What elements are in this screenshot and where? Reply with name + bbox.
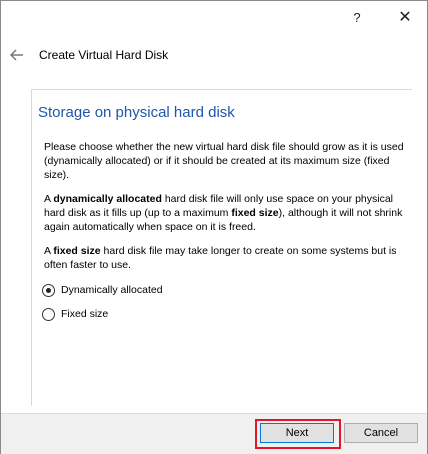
bold-text-fixed-size: fixed size [53,245,101,257]
intro-paragraph: Please choose whether the new virtual ha… [44,141,404,181]
close-button[interactable]: ✕ [383,1,427,33]
help-button[interactable]: ? [335,1,379,33]
radio-dynamically-allocated[interactable]: Dynamically allocated [42,282,163,298]
button-bar: Next Cancel [1,413,427,454]
radio-button-unchecked[interactable] [42,307,55,321]
back-arrow-icon[interactable] [7,45,27,65]
radio-button-checked[interactable] [42,283,55,297]
bold-text-fixed-size: fixed size [231,207,279,219]
fixed-description: A fixed size hard disk file may take lon… [44,244,406,272]
wizard-header: Create Virtual Hard Disk [1,41,427,71]
next-button-highlight [255,419,341,449]
title-bar: ? ✕ [1,1,427,33]
content-frame: Storage on physical hard disk Please cho… [31,89,412,406]
radio-label: Fixed size [61,308,109,320]
page-title: Storage on physical hard disk [38,104,235,121]
dialog-window: ? ✕ Create Virtual Hard Disk Storage on … [0,0,428,454]
radio-label: Dynamically allocated [61,284,163,296]
cancel-button[interactable]: Cancel [344,423,418,443]
content-panel: Storage on physical hard disk Please cho… [19,77,412,406]
radio-fixed-size[interactable]: Fixed size [42,306,108,322]
wizard-title: Create Virtual Hard Disk [39,48,169,62]
radio-dot [46,287,51,293]
text-run: A [44,193,54,205]
dynamic-description: A dynamically allocated hard disk file w… [44,192,406,234]
bold-text-dynamically-allocated: dynamically allocated [53,193,162,205]
text-run: A [44,245,54,257]
